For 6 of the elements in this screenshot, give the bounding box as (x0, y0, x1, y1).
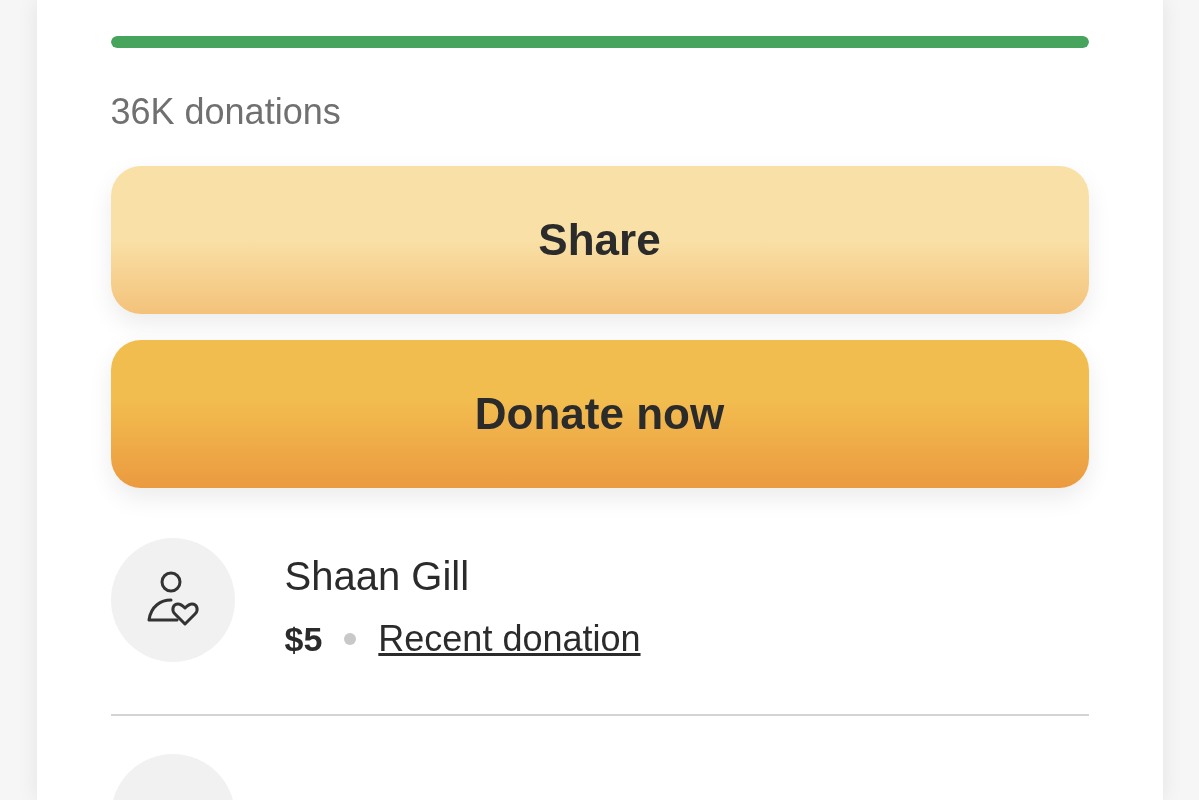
share-button[interactable]: Share (110, 166, 1089, 314)
recent-donation-link[interactable]: Recent donation (378, 618, 641, 660)
donation-amount: $5 (284, 619, 323, 659)
donor-name: Shaan Gill (284, 553, 471, 600)
donation-count: 36K donations (110, 90, 341, 134)
donate-button[interactable]: Donate now (110, 340, 1089, 488)
